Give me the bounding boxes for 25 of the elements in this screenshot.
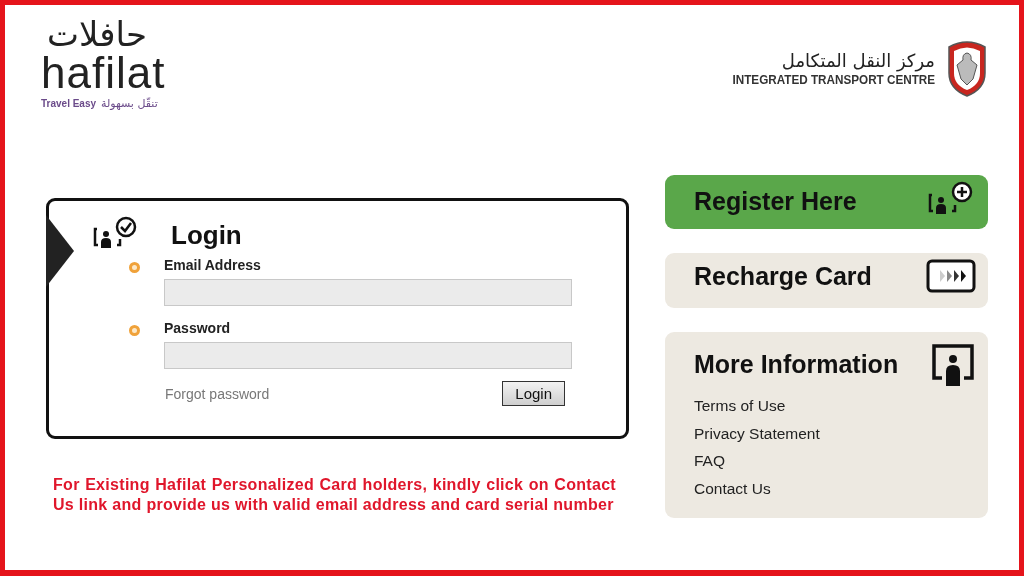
login-button[interactable]: Login [502,381,565,406]
info-link[interactable]: Contact Us [694,474,771,502]
input-field[interactable] [164,342,572,369]
info-link[interactable]: Terms of Use [694,392,786,420]
input-field[interactable] [164,279,572,306]
tagline: Travel Easy [41,98,97,109]
logo-arabic-text: حافلات [46,15,147,53]
info-link[interactable]: Privacy Statement [694,419,820,447]
agency-arabic-name: مركز النقل المتكامل [781,49,935,72]
tagline: تنقّل بسهولة [101,97,158,110]
presenter-icon [930,342,976,386]
register-button[interactable]: Register Here [665,175,988,229]
panel-title: More Information [694,349,899,379]
info-link[interactable]: FAQ [694,447,725,475]
logo-text: hafilat [41,53,166,93]
forward-arrows-icon [926,259,976,293]
field-label: Email Address [164,257,261,273]
field-label: Password [164,320,231,336]
agency-name: INTEGRATED TRANSPORT CENTRE [732,71,935,87]
notice-text: For Existing Hafilat Personalized Card holders, kindly click on Contact Us link and provide us with valid email address and card serial number [53,475,616,515]
login-title: Login [171,219,242,251]
forgot-password-link[interactable]: Forgot password [165,385,270,402]
recharge-button[interactable]: Recharge Card [665,253,988,308]
pointer-icon [46,215,74,287]
falcon-emblem-icon [945,39,989,97]
